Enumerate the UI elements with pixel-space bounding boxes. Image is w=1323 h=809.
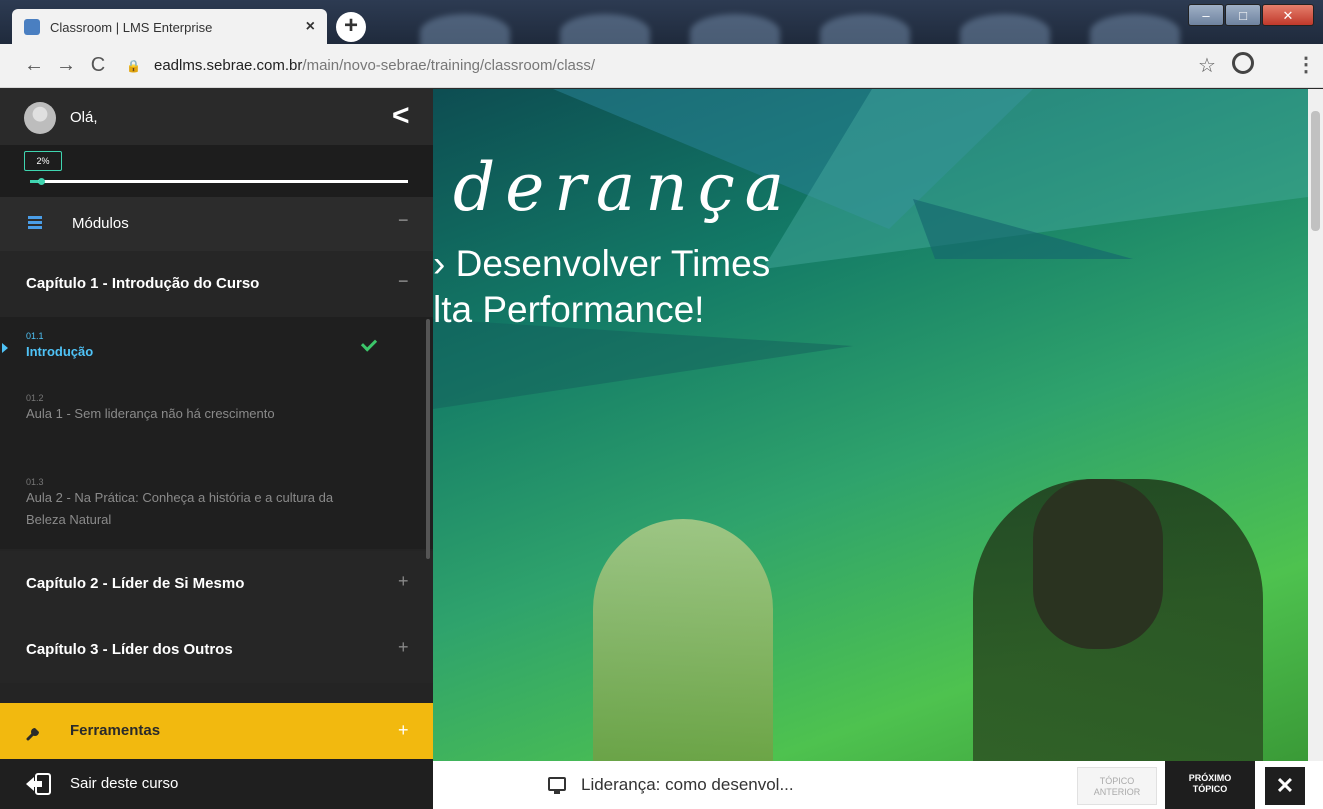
course-sidebar: Olá, < 2% Módulos − Capítulo 1 - Introdu… <box>0 89 433 809</box>
url-field[interactable]: 🔒 eadlms.sebrae.com.br/main/novo-sebrae/… <box>126 50 1156 82</box>
modules-label: Módulos <box>72 215 129 232</box>
prev-label-line-1: TÓPICO <box>1099 776 1135 786</box>
tools-label: Ferramentas <box>70 722 161 739</box>
forward-arrow-icon[interactable]: → <box>50 54 82 77</box>
background-blur <box>1090 14 1180 44</box>
background-blur <box>960 14 1050 44</box>
topic-title: Liderança: como desenvol... <box>581 775 794 794</box>
account-icon[interactable] <box>1232 52 1254 74</box>
course-progress: 2% <box>0 145 433 197</box>
collapse-sidebar-chevron-icon[interactable]: < <box>392 99 410 133</box>
tab-title: Classroom | LMS Enterprise <box>50 19 213 35</box>
browser-tab-bar: Classroom | LMS Enterprise × + – □ ✕ <box>0 0 1323 44</box>
check-icon <box>360 335 378 352</box>
background-blur <box>560 14 650 44</box>
headline-line-1: › Desenvolver Times <box>433 243 771 284</box>
next-label-line-1: PRÓXIMO <box>1188 773 1232 783</box>
video-content-area[interactable]: derança › Desenvolver Times lta Performa… <box>433 89 1308 761</box>
wrench-icon <box>26 728 39 741</box>
bookmark-star-icon[interactable]: ☆ <box>1198 53 1216 78</box>
previous-topic-button[interactable]: TÓPICO ANTERIOR <box>1077 767 1157 805</box>
new-tab-button[interactable]: + <box>336 12 366 42</box>
favicon-icon <box>24 19 40 35</box>
lesson-title: Aula 2 - Na Prática: Conheça a história … <box>26 490 334 527</box>
lesson-item-1[interactable]: 01.2 Aula 1 - Sem liderança não há cresc… <box>26 393 356 425</box>
browser-tab[interactable]: Classroom | LMS Enterprise × <box>12 9 327 44</box>
woman-image <box>593 519 773 761</box>
background-blur <box>690 14 780 44</box>
lesson-list: 01.1 Introdução 01.2 Aula 1 - Sem lidera… <box>0 317 433 549</box>
lesson-number: 01.3 <box>26 477 44 487</box>
progress-fill <box>30 180 38 183</box>
close-tab-icon[interactable]: × <box>306 18 315 36</box>
progress-badge: 2% <box>24 151 62 171</box>
chapter-3[interactable]: Capítulo 3 - Líder dos Outros + <box>0 617 433 683</box>
url-path: /main/novo-sebrae/training/classroom/cla… <box>302 57 596 74</box>
page-scrollbar[interactable] <box>1308 89 1323 761</box>
chapter-2[interactable]: Capítulo 2 - Líder de Si Mesmo + <box>0 551 433 617</box>
chapter-label: Capítulo 1 - Introdução do Curso <box>26 275 260 292</box>
background-shape <box>433 319 853 409</box>
avatar <box>24 102 56 134</box>
collapse-modules-icon[interactable]: − <box>398 210 409 231</box>
list-icon <box>28 216 42 230</box>
chapter-label: Capítulo 3 - Líder dos Outros <box>26 641 233 658</box>
expand-chapter-icon[interactable]: + <box>398 571 409 592</box>
next-label-line-2: TÓPICO <box>1192 784 1228 794</box>
lesson-number: 01.2 <box>26 393 44 403</box>
lesson-title: Aula 1 - Sem liderança não há cresciment… <box>26 406 275 421</box>
maximize-button[interactable]: □ <box>1225 4 1261 26</box>
active-lesson-marker <box>2 343 8 353</box>
background-blur <box>420 14 510 44</box>
menu-kebab-icon[interactable]: ⋮ <box>1296 52 1316 77</box>
fullscreen-icon[interactable]: ✕ <box>1265 767 1305 805</box>
user-row: Olá, < <box>0 89 433 145</box>
man-head-image <box>1033 479 1163 649</box>
back-arrow-icon[interactable]: ← <box>18 54 50 77</box>
headline-line-2: lta Performance! <box>433 289 705 330</box>
exit-label: Sair deste curso <box>70 775 179 792</box>
reload-icon[interactable]: C <box>82 54 114 77</box>
progress-track <box>30 178 408 185</box>
exit-course-button[interactable]: Sair deste curso <box>0 759 433 809</box>
next-topic-button[interactable]: PRÓXIMO TÓPICO <box>1165 761 1255 809</box>
topic-footer: Liderança: como desenvol... TÓPICO ANTER… <box>433 761 1323 809</box>
background-blur <box>820 14 910 44</box>
prev-label-line-2: ANTERIOR <box>1093 787 1141 797</box>
exit-icon <box>26 773 51 795</box>
address-bar: ← → C 🔒 eadlms.sebrae.com.br/main/novo-s… <box>0 44 1323 88</box>
sidebar-scrollbar[interactable] <box>426 319 430 559</box>
expand-chapter-icon[interactable]: + <box>398 637 409 658</box>
headline-script: derança <box>453 149 795 226</box>
chapter-label: Capítulo 2 - Líder de Si Mesmo <box>26 575 245 592</box>
minimize-button[interactable]: – <box>1188 4 1224 26</box>
url-host: eadlms.sebrae.com.br <box>154 57 303 74</box>
close-window-button[interactable]: ✕ <box>1262 4 1314 26</box>
lesson-item-0[interactable]: 01.1 Introdução <box>26 331 356 363</box>
tools-section[interactable]: Ferramentas + <box>0 703 433 759</box>
lesson-item-2[interactable]: 01.3 Aula 2 - Na Prática: Conheça a hist… <box>26 477 356 531</box>
lesson-number: 01.1 <box>26 331 44 341</box>
progress-knob <box>37 178 45 185</box>
greeting: Olá, <box>70 109 98 126</box>
collapse-chapter-icon[interactable]: − <box>398 271 409 292</box>
scrollbar-thumb[interactable] <box>1311 111 1320 231</box>
monitor-icon <box>548 777 566 794</box>
lock-icon: 🔒 <box>126 58 141 73</box>
modules-header[interactable]: Módulos − <box>0 197 433 251</box>
expand-tools-icon[interactable]: + <box>398 720 409 741</box>
chapter-1[interactable]: Capítulo 1 - Introdução do Curso − <box>0 251 433 317</box>
lesson-title: Introdução <box>26 344 94 359</box>
